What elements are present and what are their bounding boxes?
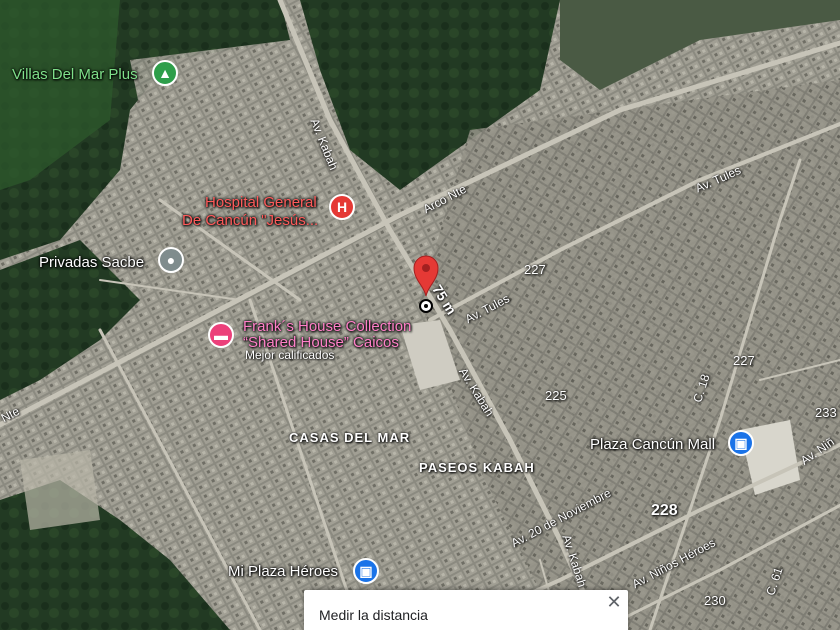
route-230: 230 (704, 593, 726, 608)
poi-hospital-line1[interactable]: Hospital General (205, 194, 317, 211)
measure-point-center (424, 304, 428, 308)
poi-plaza-cancun-mall[interactable]: Plaza Cancún Mall (590, 436, 715, 453)
tree-icon[interactable]: ▲ (152, 60, 178, 86)
poi-franks-house-rating: Mejor calificados (245, 348, 335, 362)
area-paseos-kabah: PASEOS KABAH (419, 460, 535, 475)
open-lot (20, 450, 100, 530)
route-225: 225 (545, 388, 567, 403)
measure-distance-panel: Medir la distancia ✕ (304, 590, 628, 630)
route-228: 228 (651, 502, 678, 519)
shopping-bag-icon[interactable]: ▣ (353, 558, 379, 584)
poi-hospital-line2[interactable]: De Cancún "Jesús... (182, 212, 318, 229)
hotel-icon[interactable]: ▬ (208, 322, 234, 348)
poi-villas-del-mar-plus[interactable]: Villas Del Mar Plus (12, 66, 138, 83)
poi-privadas-sacbe[interactable]: Privadas Sacbe (39, 254, 144, 271)
satellite-map[interactable] (0, 0, 840, 630)
close-icon[interactable]: ✕ (604, 592, 624, 612)
hospital-icon[interactable]: H (329, 194, 355, 220)
poi-mi-plaza-heroes[interactable]: Mi Plaza Héroes (228, 563, 338, 580)
poi-franks-house-line1[interactable]: Frank´s House Collection (243, 318, 411, 335)
route-227: 227 (733, 353, 755, 368)
place-icon[interactable]: ● (158, 247, 184, 273)
shopping-bag-icon[interactable]: ▣ (728, 430, 754, 456)
route-227: 227 (524, 262, 546, 277)
measure-distance-title: Medir la distancia (319, 607, 428, 623)
route-233: 233 (815, 405, 837, 420)
area-casas-del-mar: CASAS DEL MAR (289, 430, 411, 445)
